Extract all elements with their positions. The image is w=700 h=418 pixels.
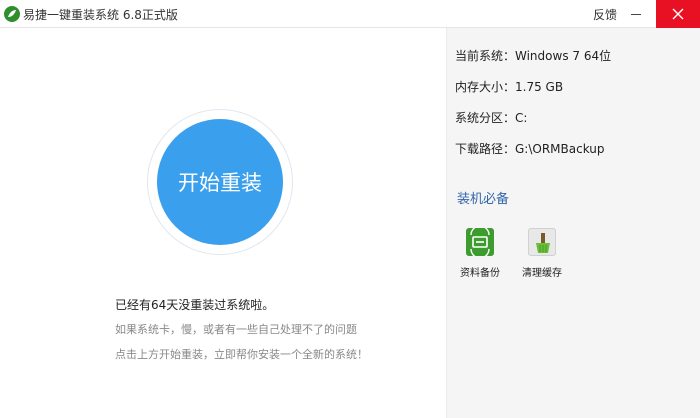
partition-info: 系统分区：C: [455, 111, 528, 125]
backup-icon [466, 225, 494, 259]
minimize-button[interactable] [616, 0, 656, 28]
close-icon [672, 8, 684, 20]
app-logo-icon [4, 6, 20, 22]
tip-line: 如果系统卡，慢，或者有一些自己处理不了的问题 [115, 323, 357, 336]
feedback-link[interactable]: 反馈 [593, 6, 617, 23]
clean-cache-icon [528, 228, 556, 256]
clean-cache-tool[interactable]: 清理缓存 [517, 228, 567, 279]
backup-tool[interactable]: 资料备份 [455, 225, 505, 279]
memory-info: 内存大小：1.75 GB [455, 80, 564, 94]
start-reinstall-button[interactable]: 开始重装 [157, 119, 283, 245]
tip-line: 点击上方开始重装，立即帮你安装一个全新的系统！ [115, 348, 368, 361]
clean-cache-tool-label: 清理缓存 [522, 268, 562, 279]
minimize-icon [631, 13, 641, 15]
download-path-info: 下载路径：G:\ORMBackup [455, 142, 605, 156]
title-bar: 易捷一键重装系统 6.8正式版 反馈 [0, 0, 700, 28]
days-since-reinstall-text: 已经有64天没重装过系统啦。 [115, 298, 275, 312]
app-title: 易捷一键重装系统 6.8正式版 [23, 8, 178, 22]
current-system-info: 当前系统：Windows 7 64位 [455, 49, 612, 63]
essentials-title: 装机必备 [457, 192, 510, 207]
close-button[interactable] [656, 0, 700, 28]
backup-tool-label: 资料备份 [460, 268, 500, 279]
